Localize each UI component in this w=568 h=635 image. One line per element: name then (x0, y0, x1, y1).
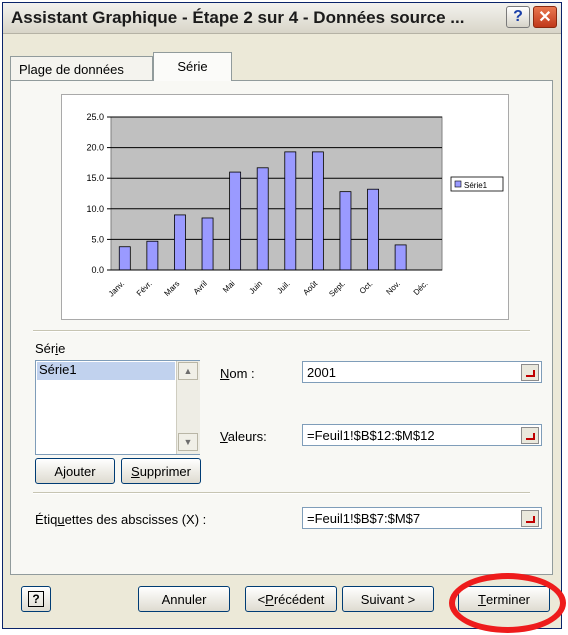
previous-button[interactable]: < Précédent (245, 586, 337, 612)
values-field-value: =Feuil1!$B$12:$M$12 (307, 428, 435, 443)
legend-label: Série1 (464, 181, 488, 190)
y-tick-label: 15.0 (86, 173, 104, 183)
categories-field[interactable]: =Feuil1!$B$7:$M$7 (302, 507, 542, 529)
bar (118, 246, 131, 271)
values-label: Valeurs: (220, 429, 267, 444)
window-title: Assistant Graphique - Étape 2 sur 4 - Do… (11, 8, 465, 27)
y-tick-label: 5.0 (91, 234, 104, 244)
tab-plage-de-donnees[interactable]: Plage de données (10, 56, 153, 80)
remove-serie-button[interactable]: Supprimer (121, 458, 201, 484)
chart-svg: 25.0 20.0 15.0 10.0 5.0 0.0Janv. Févr. Mars Avri… (86, 112, 504, 299)
values-field[interactable]: =Feuil1!$B$12:$M$12 (302, 424, 542, 446)
range-collapse-icon[interactable] (521, 510, 539, 527)
add-serie-button[interactable]: Aj outer (35, 458, 115, 484)
help-button[interactable]: ? (21, 586, 51, 612)
x-tick-label: Janv. (107, 279, 126, 298)
bar (311, 151, 324, 271)
x-tick-label: Oct. (358, 279, 375, 296)
bar (146, 240, 159, 271)
separator (33, 492, 530, 494)
plot-area (110, 116, 443, 271)
help-icon: ? (28, 591, 44, 607)
scroll-up-icon[interactable]: ▲ (178, 362, 198, 380)
bar (174, 214, 186, 271)
serie-listbox[interactable]: Série1 ▲ ▼ (35, 360, 200, 455)
x-tick-label: Sept. (327, 279, 347, 299)
legend-swatch (454, 180, 462, 188)
list-item[interactable]: Série1 (37, 362, 175, 380)
y-tick-label: 0.0 (91, 265, 104, 275)
y-tick-label: 10.0 (86, 204, 104, 214)
close-button[interactable]: ✕ (533, 6, 557, 28)
serie-group-label: Série (35, 341, 66, 356)
x-tick-label: Mai (221, 279, 237, 295)
x-tick-label: Avril (192, 279, 209, 296)
bar (339, 191, 352, 271)
x-tick-label: Juil. (275, 279, 291, 295)
name-label: Nom : (220, 366, 255, 381)
bar (394, 244, 407, 271)
name-field-value: 2001 (307, 365, 336, 380)
x-tick-label: Févr. (135, 279, 154, 298)
categories-label: Étiquettes des abscisses (X) : (35, 512, 207, 527)
question-icon: ? (513, 8, 523, 25)
x-tick-label: Juin (247, 279, 264, 296)
categories-field-value: =Feuil1!$B$7:$M$7 (307, 511, 421, 526)
x-tick-label: Août (301, 279, 320, 298)
highlight-annotation-circle (449, 573, 566, 633)
close-icon: ✕ (538, 9, 552, 26)
y-tick-label: 20.0 (86, 143, 104, 153)
range-collapse-icon[interactable] (521, 427, 539, 444)
listbox-scrollbar[interactable]: ▲ ▼ (176, 361, 200, 454)
help-title-button[interactable]: ? (506, 6, 530, 28)
tab-serie[interactable]: Série (153, 52, 232, 81)
bar (367, 188, 379, 271)
y-tick-label: 25.0 (86, 112, 104, 122)
next-button[interactable]: Suivant > (342, 586, 434, 612)
bar (229, 171, 242, 271)
separator (33, 330, 530, 332)
x-tick-label: Mars (162, 279, 181, 298)
scroll-down-icon[interactable]: ▼ (178, 433, 198, 451)
bar (284, 151, 297, 271)
name-field[interactable]: 2001 (302, 361, 542, 383)
x-tick-label: Nov. (384, 279, 402, 297)
cancel-button[interactable]: Annuler (138, 586, 230, 612)
chart-preview: 25.0 20.0 15.0 10.0 5.0 0.0 Janv. Févr. Mars Avri… (61, 94, 509, 320)
title-bar: Assistant Graphique - Étape 2 sur 4 - Do… (3, 3, 561, 34)
range-collapse-icon[interactable] (521, 364, 539, 381)
bar (201, 217, 214, 271)
bar (256, 167, 269, 271)
x-tick-label: Déc. (412, 279, 430, 297)
